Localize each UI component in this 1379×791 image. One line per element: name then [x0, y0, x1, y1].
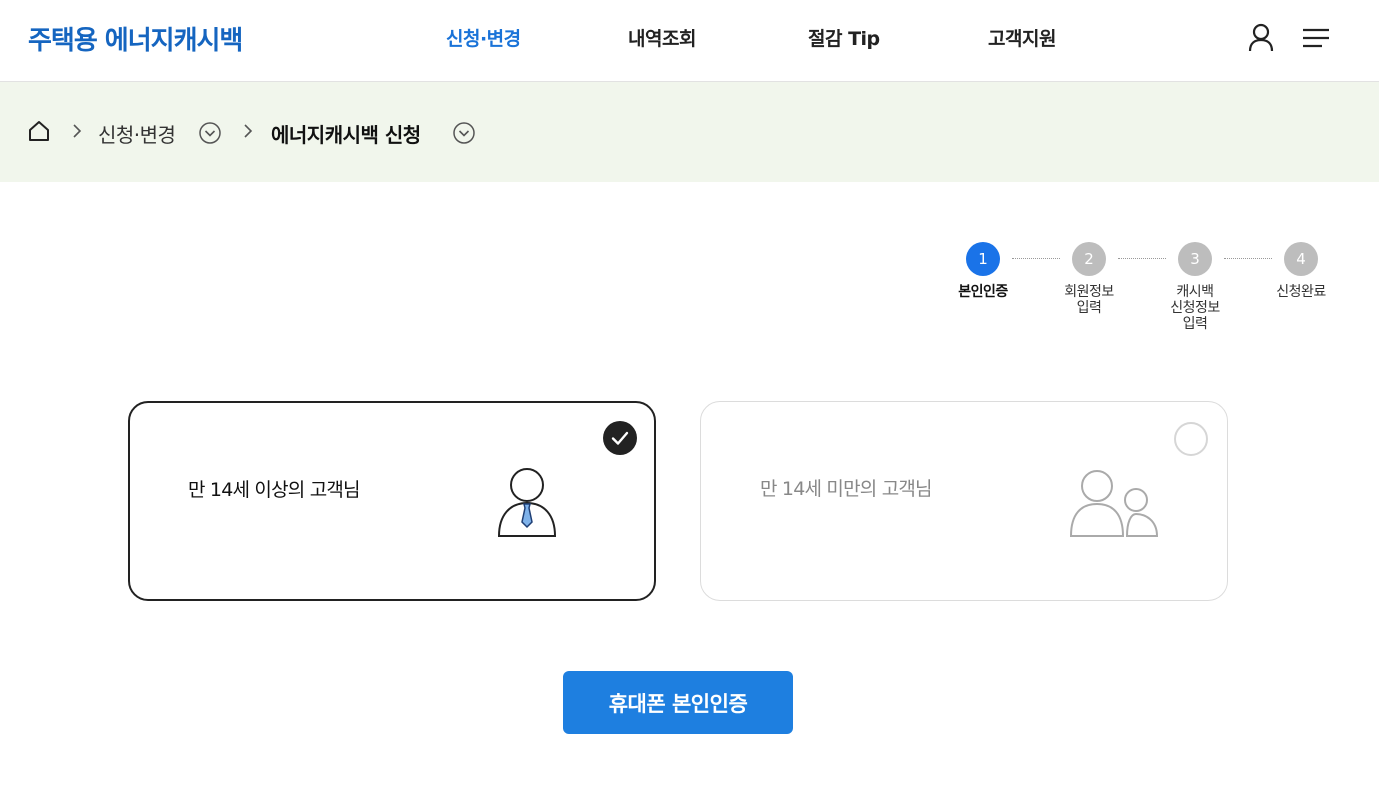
parent-child-icon [1069, 470, 1159, 537]
step-label: 신청완료 [1276, 284, 1326, 300]
option-card-over-14[interactable]: 만 14세 이상의 고객님 [128, 401, 656, 601]
step-number: 2 [1072, 242, 1106, 276]
selected-check-icon[interactable] [603, 421, 637, 455]
step-complete: 4 신청완료 [1256, 242, 1346, 300]
step-number: 3 [1178, 242, 1212, 276]
step-label-line: 캐시백 [1176, 284, 1214, 300]
step-label: 캐시백 신청정보 입력 [1150, 284, 1240, 332]
step-identity: 1 본인인증 [938, 242, 1028, 300]
site-header: 주택용 에너지캐시백 신청·변경 내역조회 절감 Tip 고객지원 [0, 0, 1379, 82]
site-logo[interactable]: 주택용 에너지캐시백 [28, 20, 243, 57]
step-cashback-info: 3 캐시백 신청정보 입력 [1150, 242, 1240, 332]
step-label: 본인인증 [958, 284, 1008, 300]
step-number: 1 [966, 242, 1000, 276]
option-label: 만 14세 이상의 고객님 [188, 479, 361, 501]
chevron-down-icon[interactable] [198, 121, 222, 145]
step-label-line: 회원정보 [1064, 284, 1114, 300]
option-label: 만 14세 미만의 고객님 [760, 478, 933, 500]
chevron-down-icon[interactable] [452, 121, 476, 145]
step-label-line: 신청정보 [1170, 300, 1220, 316]
nav-item-apply[interactable]: 신청·변경 [446, 24, 521, 51]
nav-item-history[interactable]: 내역조회 [628, 24, 696, 51]
nav-item-support[interactable]: 고객지원 [988, 24, 1056, 51]
step-label-line: 입력 [1076, 300, 1102, 316]
home-icon[interactable] [27, 119, 51, 143]
breadcrumb-item-cashback-apply[interactable]: 에너지캐시백 신청 [271, 119, 421, 148]
hamburger-menu-icon[interactable] [1300, 24, 1332, 52]
chevron-right-icon [73, 124, 82, 138]
unselected-radio-icon[interactable] [1174, 422, 1208, 456]
phone-verification-button[interactable]: 휴대폰 본인인증 [563, 671, 793, 734]
chevron-right-icon [244, 124, 253, 138]
step-number: 4 [1284, 242, 1318, 276]
breadcrumb: 신청·변경 에너지캐시백 신청 [0, 82, 1379, 182]
adult-person-icon [497, 468, 557, 537]
step-label: 회원정보 입력 [1044, 284, 1134, 316]
option-card-under-14[interactable]: 만 14세 미만의 고객님 [700, 401, 1228, 601]
breadcrumb-item-apply[interactable]: 신청·변경 [98, 119, 176, 148]
user-icon[interactable] [1245, 22, 1277, 54]
nav-item-tips[interactable]: 절감 Tip [808, 24, 880, 51]
step-label-line: 입력 [1182, 316, 1208, 332]
step-member-info: 2 회원정보 입력 [1044, 242, 1134, 316]
